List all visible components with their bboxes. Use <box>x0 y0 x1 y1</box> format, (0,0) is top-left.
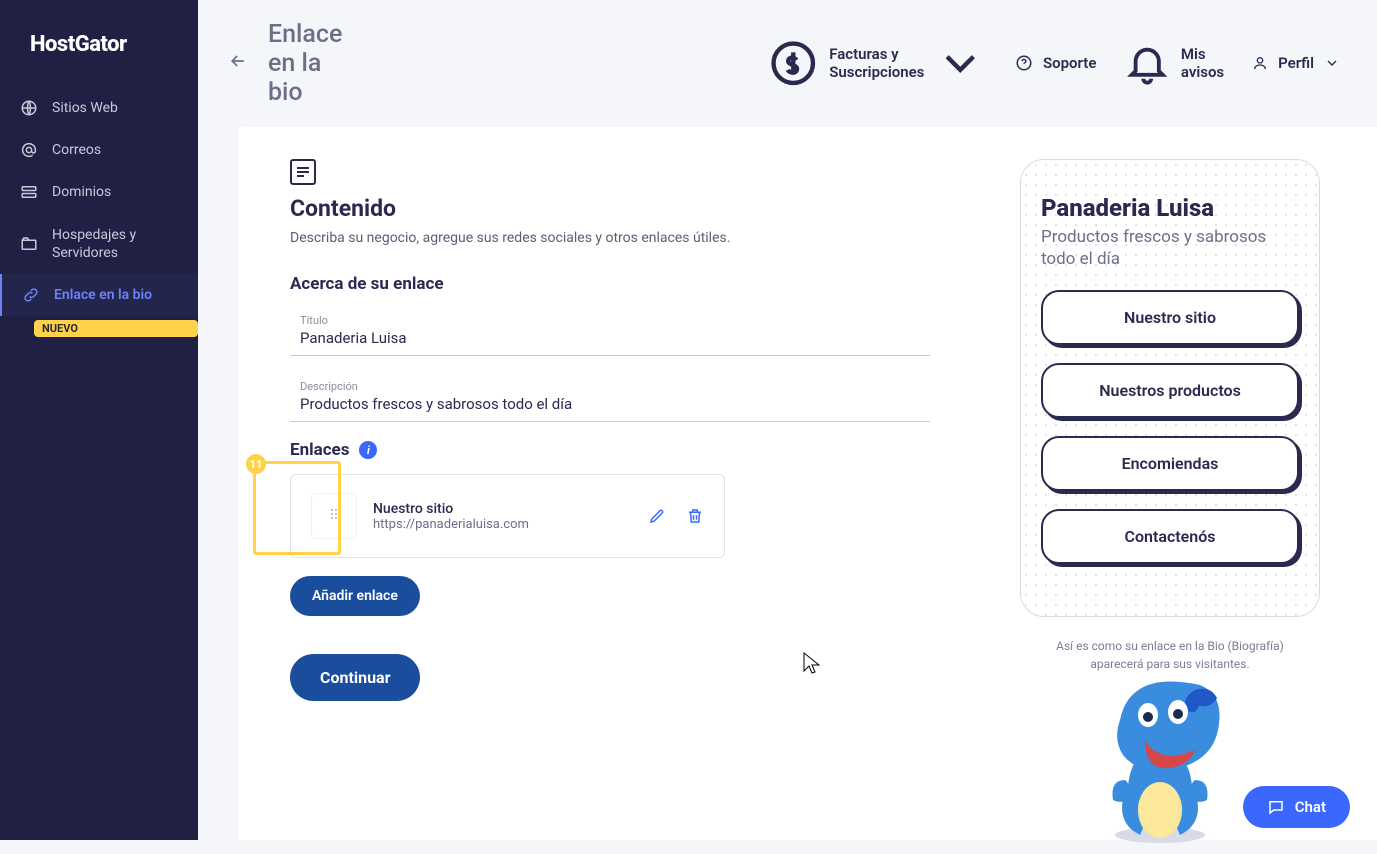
billing-label: Facturas y Suscripciones <box>829 45 924 81</box>
brand-logo: HostGator <box>0 0 198 87</box>
delete-icon[interactable] <box>686 505 704 527</box>
link-icon <box>22 286 40 304</box>
links-heading: Enlaces i <box>290 440 930 460</box>
bell-icon <box>1124 40 1170 86</box>
sidebar-item-hosting[interactable]: Hospedajes y Servidores <box>0 214 198 274</box>
info-icon[interactable]: i <box>359 441 377 459</box>
continue-button[interactable]: Continuar <box>290 654 420 701</box>
add-link-button[interactable]: Añadir enlace <box>290 576 420 616</box>
link-item-card: 11 ⠿ Nuestro sitio https://panaderialuis… <box>290 474 725 558</box>
sidebar-item-label: Enlace en la bio <box>54 286 152 304</box>
preview-title: Panaderia Luisa <box>1041 194 1299 222</box>
back-arrow-icon[interactable] <box>228 51 248 76</box>
preview-button: Encomiendas <box>1041 436 1299 491</box>
drag-handle[interactable]: ⠿ <box>311 493 357 539</box>
support-link[interactable]: Soporte <box>1015 54 1096 72</box>
sidebar-item-label: Correos <box>52 141 101 159</box>
title-value: Panaderia Luisa <box>300 329 920 347</box>
profile-menu[interactable]: Perfil <box>1252 54 1340 72</box>
user-icon <box>1252 55 1268 71</box>
sidebar-item-domains[interactable]: Dominios <box>0 171 198 213</box>
preview-subtitle: Productos frescos y sabrosos todo el día <box>1041 226 1299 270</box>
chat-label: Chat <box>1295 798 1326 816</box>
chevron-down-icon <box>934 37 987 90</box>
sidebar-item-mail[interactable]: Correos <box>0 129 198 171</box>
server-icon <box>20 183 38 201</box>
chevron-down-icon <box>1324 55 1340 71</box>
content-subheading: Describa su negocio, agregue sus redes s… <box>290 230 930 246</box>
preview-card: Panaderia Luisa Productos frescos y sabr… <box>1020 159 1320 617</box>
notices-label: Mis avisos <box>1181 45 1224 81</box>
link-title: Nuestro sitio <box>373 501 632 517</box>
billing-menu[interactable]: Facturas y Suscripciones <box>767 37 987 90</box>
sidebar-item-sites[interactable]: Sitios Web <box>0 87 198 129</box>
edit-icon[interactable] <box>648 505 666 527</box>
chat-icon <box>1267 798 1285 816</box>
help-icon <box>1015 54 1033 72</box>
folder-icon <box>20 235 38 253</box>
support-label: Soporte <box>1043 54 1096 72</box>
sidebar-item-bio-link[interactable]: Enlace en la bio <box>0 274 198 316</box>
link-url: https://panaderialuisa.com <box>373 517 632 532</box>
new-badge: NUEVO <box>34 320 198 337</box>
cursor-pointer-icon <box>803 652 821 679</box>
sidebar-item-label: Sitios Web <box>52 99 118 117</box>
sidebar-item-label: Dominios <box>52 183 111 201</box>
title-field[interactable]: Título Panaderia Luisa <box>290 308 930 356</box>
desc-value: Productos frescos y sabrosos todo el día <box>300 395 920 413</box>
mascot-illustration <box>1090 660 1230 850</box>
page-title: Enlace en la bio <box>268 20 342 107</box>
document-icon <box>290 159 316 185</box>
globe-icon <box>20 99 38 117</box>
dollar-icon <box>767 37 820 90</box>
preview-button: Nuestros productos <box>1041 363 1299 418</box>
notices-link[interactable]: Mis avisos <box>1124 40 1224 86</box>
links-heading-text: Enlaces <box>290 440 349 460</box>
profile-label: Perfil <box>1278 54 1314 72</box>
preview-button: Contactenós <box>1041 509 1299 564</box>
sidebar-item-label: Hospedajes y Servidores <box>52 226 178 262</box>
title-label: Título <box>300 314 920 327</box>
callout-badge: 11 <box>246 454 266 474</box>
content-heading: Contenido <box>290 195 930 222</box>
description-field[interactable]: Descripción Productos frescos y sabrosos… <box>290 374 930 422</box>
desc-label: Descripción <box>300 380 920 393</box>
preview-button: Nuestro sitio <box>1041 290 1299 345</box>
at-icon <box>20 141 38 159</box>
chat-button[interactable]: Chat <box>1243 786 1350 828</box>
about-heading: Acerca de su enlace <box>290 274 930 294</box>
